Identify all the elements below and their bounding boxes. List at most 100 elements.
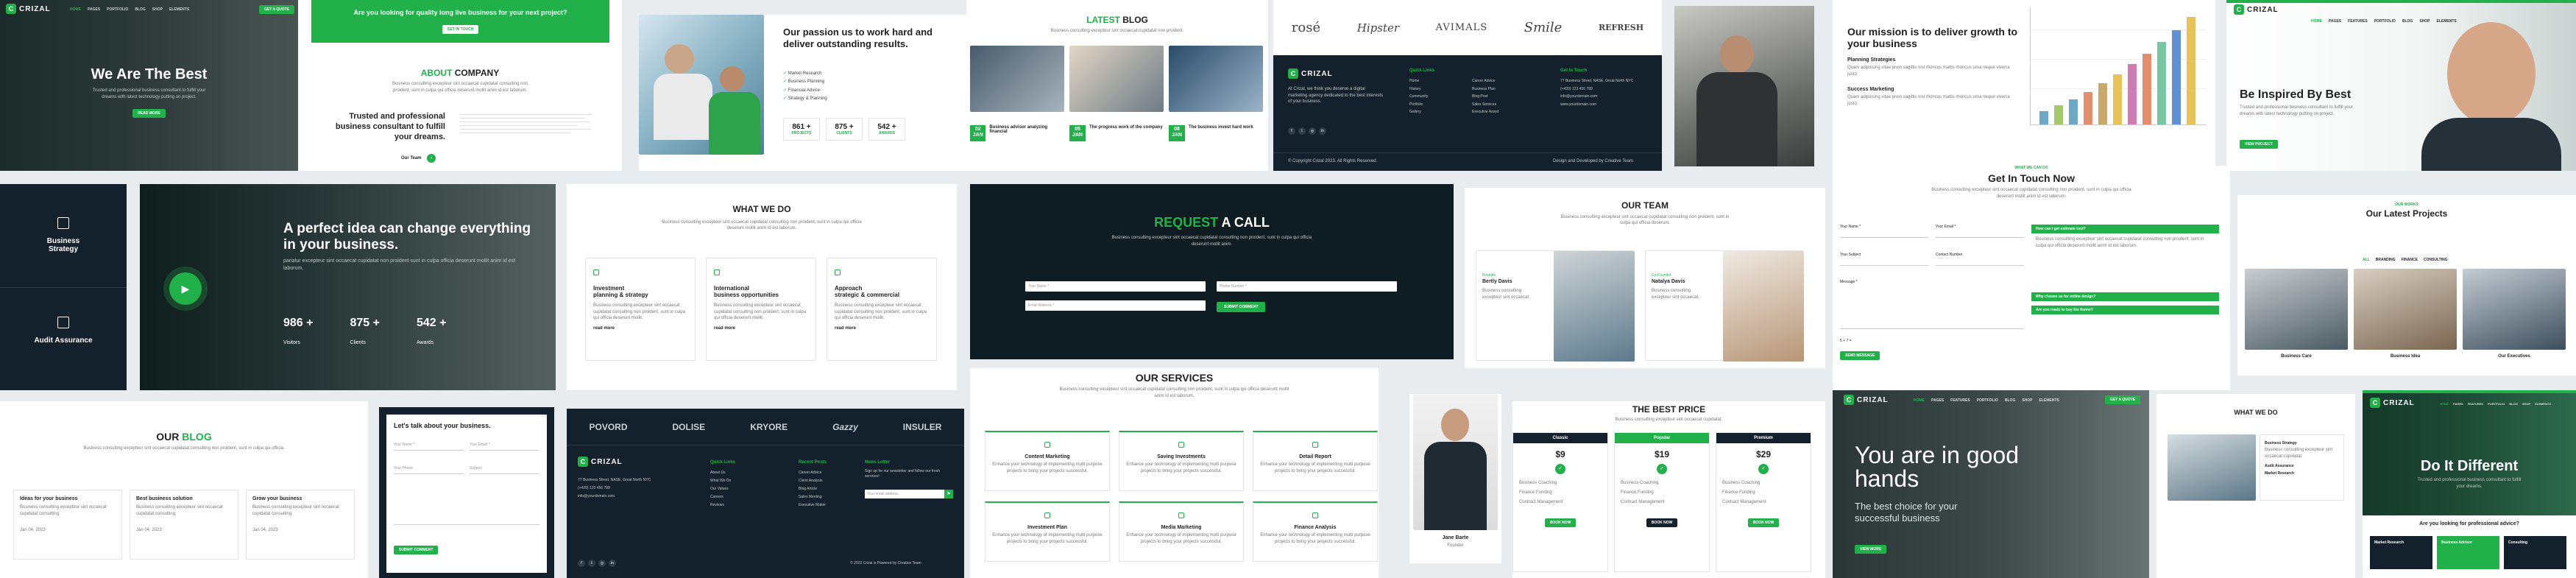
blog-post-meta[interactable]: 08 JAN The business invest hard work (1169, 125, 1263, 141)
nav-features[interactable]: FEATURES (2468, 402, 2483, 406)
brand-logo[interactable]: C CRIZAL (2370, 398, 2415, 408)
nav-elements[interactable]: ELEMENTS (2437, 19, 2457, 24)
nav-pages[interactable]: PAGES (88, 7, 100, 12)
project-image[interactable] (2354, 269, 2457, 350)
nav-blog[interactable]: BLOG (2005, 398, 2015, 403)
footer-link[interactable]: Community (1409, 93, 1428, 101)
twitter-icon[interactable]: t (1298, 127, 1306, 135)
linkedin-icon[interactable]: in (1319, 127, 1326, 135)
facebook-icon[interactable]: f (578, 560, 585, 567)
footer-link[interactable]: Our Values (710, 485, 731, 493)
nav-shop[interactable]: SHOP (152, 7, 163, 12)
filter-branding[interactable]: BRANDING (2376, 258, 2396, 262)
service-card[interactable]: Investment Plan Enhance your technology o… (985, 501, 1110, 562)
footer-logo[interactable]: C CRIZAL (1288, 68, 1333, 79)
send-icon[interactable]: ➤ (944, 490, 953, 498)
brand-logo[interactable]: C CRIZAL (1844, 395, 1889, 405)
filter-consulting[interactable]: CONSULTING (2424, 258, 2448, 262)
blog-post-meta[interactable]: 05 JAN The progress work of the company (1069, 125, 1164, 141)
team-member-card[interactable]: Founder Bertly Davis Business consulting… (1476, 250, 1635, 362)
book-now-button[interactable]: BOOK NOW (1747, 518, 1780, 527)
newsletter-input[interactable]: Your email address (865, 490, 953, 498)
service-card[interactable]: Finance Analysis Enhance your technology … (1253, 501, 1378, 562)
nav-shop[interactable]: SHOP (2522, 402, 2530, 406)
instagram-icon[interactable]: ◎ (1309, 127, 1316, 135)
email-text[interactable]: info@yourdomain.com (578, 493, 673, 501)
linkedin-icon[interactable]: in (609, 560, 616, 567)
faq-item-open[interactable]: How can I get estimate tool? (2031, 225, 2219, 233)
list-item[interactable]: Market Research (2265, 470, 2339, 477)
footer-link[interactable]: What We Do (710, 477, 731, 485)
service-card[interactable]: Detail Report Enhance your technology of … (1253, 431, 1378, 491)
feature-tab[interactable]: Business Advisor (2437, 536, 2499, 569)
list-item[interactable]: Business Strategy (2265, 440, 2339, 447)
footer-link[interactable]: Sales Services (1472, 101, 1498, 109)
blog-card[interactable]: Best business solution Business consultin… (130, 490, 238, 560)
book-now-button[interactable]: BOOK NOW (1646, 518, 1678, 527)
email-input[interactable] (1936, 229, 2024, 238)
nav-features[interactable]: FEATURES (2348, 19, 2368, 24)
list-item[interactable]: Audit Assurance (2265, 462, 2339, 470)
blog-card[interactable]: Ideas for your business Business consulti… (13, 490, 122, 560)
view-more-button[interactable]: VIEW MORE (1855, 545, 1887, 554)
feature-audit-assurance[interactable]: Audit Assurance (0, 317, 127, 349)
submit-comment-button[interactable]: SUBMIT COMMENT (1217, 302, 1266, 312)
nav-elements[interactable]: ELEMENTS (2535, 402, 2551, 406)
nav-elements[interactable]: ELEMENTS (169, 7, 189, 12)
view-project-button[interactable]: VIEW PROJECT (2240, 140, 2278, 149)
message-textarea[interactable] (394, 488, 539, 525)
footer-link[interactable]: Home (1409, 77, 1428, 85)
get-in-touch-button[interactable]: GET IN TOUCH (442, 25, 479, 34)
nav-shop[interactable]: SHOP (2419, 19, 2430, 24)
nav-blog[interactable]: BLOG (135, 7, 145, 12)
pricing-card[interactable]: Classic $9 ✓ Business Coaching Finance Fu… (1512, 432, 1608, 572)
service-card[interactable]: Media Marketing Enhance your technology o… (1119, 501, 1244, 562)
nav-home[interactable]: HOME (1914, 398, 1925, 403)
nav-portfolio[interactable]: PORTFOLIO (2488, 402, 2505, 406)
footer-link[interactable]: Careers (710, 493, 731, 501)
filter-all[interactable]: ALL (2363, 258, 2370, 262)
email-text[interactable]: info@yourdomain.com (1560, 93, 1649, 101)
send-message-button[interactable]: SEND MESSAGE (1840, 351, 1880, 360)
brand-logo[interactable]: C CRIZAL (6, 4, 51, 14)
footer-link[interactable]: Career Advice (799, 469, 826, 477)
footer-link[interactable]: Business Plan (1472, 85, 1498, 94)
footer-link[interactable]: Executive Maker (799, 501, 826, 510)
nav-home[interactable]: HOME (2311, 19, 2322, 24)
name-input[interactable]: Your Name * (1025, 281, 1206, 292)
nav-pages[interactable]: PAGES (1931, 398, 1944, 403)
website-text[interactable]: www.yourdomain.com (1560, 101, 1649, 109)
service-card[interactable]: Approach strategic & commercial Business c… (827, 258, 937, 361)
get-quote-button[interactable]: GET A QUOTE (2105, 395, 2141, 404)
nav-pages[interactable]: PAGES (2453, 402, 2463, 406)
footer-link[interactable]: About Us (710, 469, 731, 477)
instagram-icon[interactable]: ◎ (598, 560, 606, 567)
nav-shop[interactable]: SHOP (2022, 398, 2032, 403)
faq-item[interactable]: Are you ready to buy the theme? (2031, 306, 2219, 314)
footer-link[interactable]: Executive Assist (1472, 108, 1498, 116)
service-card[interactable]: International business opportunities Busin… (706, 258, 816, 361)
footer-link[interactable]: Blog Post (1472, 93, 1498, 101)
footer-link[interactable]: Reviews (710, 501, 731, 510)
facebook-icon[interactable]: f (1288, 127, 1295, 135)
get-quote-button[interactable]: GET A QUOTE (259, 5, 295, 14)
service-card[interactable]: Content Marketing Enhance your technology… (985, 431, 1110, 491)
subject-input[interactable]: Subject (470, 466, 539, 474)
nav-pages[interactable]: PAGES (2329, 19, 2341, 24)
faq-item[interactable]: Why choose us for online design? (2031, 292, 2219, 301)
footer-link[interactable]: History (1409, 85, 1428, 94)
email-input[interactable]: Your Email * (470, 443, 539, 451)
blog-image[interactable] (970, 46, 1064, 112)
nav-blog[interactable]: BLOG (2402, 19, 2413, 24)
play-video-icon[interactable]: ▶ (169, 272, 202, 305)
nav-home[interactable]: HOME (2440, 402, 2449, 406)
feature-tab[interactable]: Market Research (2370, 536, 2432, 569)
project-image[interactable] (2245, 269, 2348, 350)
email-input[interactable]: Email Address * (1025, 300, 1206, 311)
nav-portfolio[interactable]: PORTFOLIO (2374, 19, 2396, 24)
feature-business-strategy[interactable]: Business Strategy (0, 217, 127, 258)
nav-portfolio[interactable]: PORTFOLIO (107, 7, 128, 12)
footer-link[interactable]: Sales Meeting (799, 493, 826, 501)
project-image[interactable] (2463, 269, 2566, 350)
arrow-right-icon[interactable]: › (427, 154, 436, 163)
